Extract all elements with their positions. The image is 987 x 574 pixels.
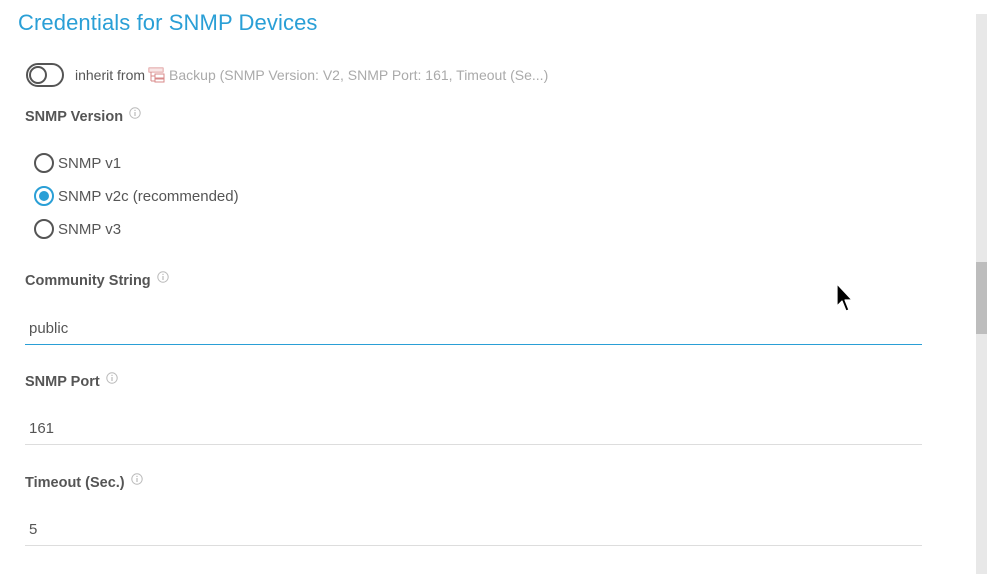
snmp-port-label-text: SNMP Port [25, 374, 100, 390]
snmp-port-input[interactable] [25, 413, 922, 445]
device-group-icon [148, 67, 165, 83]
radio-button[interactable] [34, 153, 54, 173]
mouse-cursor-icon [836, 283, 853, 312]
radio-snmp-v1[interactable]: SNMP v1 [34, 153, 121, 173]
info-icon[interactable] [105, 372, 118, 384]
community-string-label-text: Community String [25, 273, 151, 289]
inherit-label: inherit from [75, 67, 146, 83]
radio-button[interactable] [34, 186, 54, 206]
radio-label: SNMP v3 [58, 220, 122, 238]
radio-snmp-v3[interactable]: SNMP v3 [34, 219, 121, 239]
timeout-label: Timeout (Sec.) [25, 473, 143, 491]
radio-button[interactable] [34, 219, 54, 239]
snmp-port-label: SNMP Port [25, 372, 118, 390]
page: Credentials for SNMP Devices inherit fro… [0, 0, 987, 574]
vertical-scrollbar[interactable] [976, 14, 987, 574]
community-string-label: Community String [25, 271, 169, 289]
info-icon[interactable] [156, 271, 169, 283]
page-title: Credentials for SNMP Devices [18, 10, 318, 35]
scrollbar-thumb[interactable] [976, 262, 987, 334]
snmp-version-label: SNMP Version [25, 107, 141, 125]
inherit-source-text: Backup (SNMP Version: V2, SNMP Port: 161… [169, 67, 549, 83]
radio-label: SNMP v2c (recommended) [58, 187, 239, 205]
timeout-input[interactable] [25, 514, 922, 546]
radio-snmp-v2c[interactable]: SNMP v2c (recommended) [34, 186, 239, 206]
info-icon[interactable] [130, 473, 143, 485]
info-icon[interactable] [129, 107, 141, 119]
inherit-row: inherit from Backup (SNMP Version: V2, S… [26, 62, 548, 88]
community-string-input[interactable] [25, 313, 922, 345]
timeout-label-text: Timeout (Sec.) [25, 475, 125, 491]
snmp-version-label-text: SNMP Version [25, 109, 124, 125]
radio-label: SNMP v1 [58, 154, 122, 172]
inherit-source: Backup (SNMP Version: V2, SNMP Port: 161… [148, 67, 548, 83]
toggle-knob [29, 66, 47, 84]
inherit-toggle[interactable] [26, 63, 64, 87]
